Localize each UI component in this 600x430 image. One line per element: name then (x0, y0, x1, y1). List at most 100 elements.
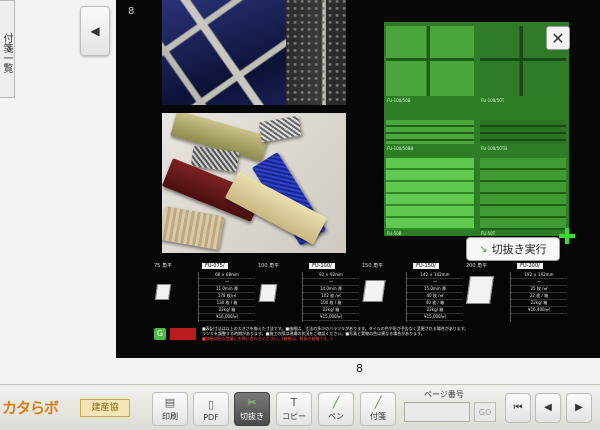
sticky-button[interactable]: ╱ 付箋 (360, 392, 396, 426)
copy-button[interactable]: T コピー (276, 392, 312, 426)
spec-line: 100 枚 / 箱 (303, 300, 359, 307)
spec-line: 22kg/ 箱 (407, 307, 463, 314)
pdf-label: PDF (203, 413, 219, 422)
spec-line: 一 (199, 279, 255, 286)
spec-line: 22kg/ 箱 (303, 307, 359, 314)
prev-page-button[interactable]: ◀ (535, 393, 561, 423)
spec-line: 178 枚/㎡ (199, 293, 255, 300)
print-label: 印刷 (162, 412, 178, 421)
sample-label: FU-100/50B (387, 98, 411, 103)
go-button[interactable]: GO (474, 402, 496, 422)
sample-label: FU-100/50T (481, 98, 505, 103)
triangle-left-icon: ◀ (90, 24, 100, 38)
scissors-icon: ✂ (247, 396, 257, 409)
tile-bars-photo (162, 113, 346, 253)
spec-line: ¥15,000/㎡ (303, 314, 359, 321)
spec-column: 100 角平 FU-100/ 92 × 92mm 一 14.0mm 厚 102 枚… (258, 262, 359, 322)
spec-line: 92 × 92mm (303, 272, 359, 279)
footnote-text: ■表記寸法は以上の大きさを揃えた寸法です。■価格は、寸法の多少のバラツキがありま… (202, 326, 582, 341)
bottom-toolbar: カタらボ 建産協 ▤ 印刷 ▯ PDF ✂ 切抜き T コピー ╱ ペン ╱ 付… (0, 384, 600, 430)
tile-chip-icon (466, 276, 494, 304)
spec-line: 130 枚 / 箱 (199, 300, 255, 307)
spec-line: 一 (407, 279, 463, 286)
spec-line: 11.0mm 厚 (199, 286, 255, 293)
text-copy-icon: T (290, 396, 298, 409)
spec-code: FU-150/ (413, 263, 439, 269)
spec-title: 150 角平 (362, 263, 384, 269)
spec-line: 68 × 68mm (199, 272, 255, 279)
spec-column: 150 角平 FU-150/ 142 × 142mm 一 15.0mm 厚 40 … (362, 262, 463, 322)
spec-line: 15.0mm 厚 (407, 286, 463, 293)
brand-logo: カタらボ (2, 399, 59, 417)
spec-line: 192 × 192mm (511, 272, 567, 279)
resize-handle-icon[interactable]: ✚ (558, 227, 576, 249)
next-page-button[interactable]: ▶ (566, 393, 592, 423)
page-number-bottom: 8 (356, 362, 363, 375)
spec-title: 100 角平 (258, 263, 280, 269)
execute-cut-button[interactable]: ↘ 切抜き実行 (466, 237, 560, 261)
footnote: G ■表記寸法は以上の大きさを揃えた寸法です。■価格は、寸法の多少のバラツキがあ… (154, 326, 584, 344)
cut-selection-area[interactable]: FU-100/50B FU-100/50T FU-100/50BB FU-100… (384, 22, 569, 236)
spec-line: 22kg/ 箱 (511, 300, 567, 307)
spec-line: ¥16,400/㎡ (511, 307, 567, 314)
first-page-button[interactable]: ⏮ (505, 393, 531, 423)
spec-column: 75 角平 FU-075/ 68 × 68mm 一 11.0mm 厚 178 枚/… (154, 262, 255, 322)
pen-button[interactable]: ╱ ペン (318, 392, 354, 426)
tile-window-photo (162, 0, 286, 105)
execute-cut-label: 切抜き実行 (491, 243, 547, 256)
spec-column: 200 角平 FU-200/ 192 × 192mm 一 25 枚 /㎡ 22 枚… (466, 262, 567, 322)
previous-page-button[interactable]: ◀ (80, 6, 110, 56)
pen-label: ペン (328, 412, 344, 421)
tile-wall-photo (286, 0, 346, 105)
sample-label: FU-100/50TB (481, 146, 507, 151)
spec-line: 142 × 142mm (407, 272, 463, 279)
spec-line: 22 枚 / 箱 (511, 293, 567, 300)
spec-code: FU-100/ (309, 263, 335, 269)
close-icon: ✕ (551, 28, 565, 48)
page-number-label: ページ番号 (424, 390, 464, 399)
spec-title: 200 角平 (466, 263, 488, 269)
tile-chip-icon (154, 284, 172, 300)
sample-label: FU-50T (481, 231, 496, 236)
page-number-input[interactable] (404, 402, 470, 422)
chevron-right-icon: ▶ (575, 402, 583, 413)
close-selection-button[interactable]: ✕ (546, 26, 570, 50)
pdf-button[interactable]: ▯ PDF (193, 392, 229, 426)
cut-label: 切抜き (240, 412, 264, 421)
spec-line: 一 (303, 279, 359, 286)
page-number-top: 8 (128, 6, 135, 17)
pen-icon: ╱ (332, 396, 340, 409)
copy-label: コピー (282, 412, 306, 421)
tile-chip-icon (258, 284, 278, 302)
sticky-note-icon: ╱ (374, 396, 382, 409)
spec-line: 102 枚 /㎡ (303, 293, 359, 300)
footnote-red-line: ■詳細は担当営業にお問い合わせください。(価格は、税抜き価格です。) (202, 336, 333, 341)
cut-button[interactable]: ✂ 切抜き (234, 392, 270, 426)
spec-line: ¥15,000/㎡ (407, 314, 463, 321)
print-button[interactable]: ▤ 印刷 (152, 392, 188, 426)
spec-line: ¥16,000/㎡ (199, 314, 255, 321)
tile-chip-icon (362, 280, 386, 302)
spec-line: 40 枚 /㎡ (407, 293, 463, 300)
printer-icon: ▤ (164, 396, 176, 409)
spec-line: 14.0mm 厚 (303, 286, 359, 293)
skip-first-icon: ⏮ (513, 402, 523, 413)
spec-line: 40 枚 / 箱 (407, 300, 463, 307)
chevron-left-icon: ◀ (544, 402, 552, 413)
spec-table: 75 角平 FU-075/ 68 × 68mm 一 11.0mm 厚 178 枚/… (154, 262, 574, 322)
spec-code: FU-200/ (517, 263, 543, 269)
sample-label: FU-50B (387, 231, 402, 236)
red-mark-icon (170, 328, 196, 340)
sticky-list-tab[interactable]: 付箋一覧 (0, 0, 15, 98)
spec-line: 22kg/ 箱 (199, 307, 255, 314)
spec-line: 25 枚 /㎡ (511, 286, 567, 293)
catalog-page: 8 FU-100/50B FU-100/50T FU-100/50BB FU-1… (116, 0, 600, 358)
sample-label: FU-100/50BB (387, 146, 414, 151)
pdf-icon: ▯ (207, 398, 215, 411)
sticky-label: 付箋 (370, 412, 386, 421)
spec-title: 75 角平 (154, 263, 172, 269)
brand-badge: 建産協 (80, 399, 130, 417)
spec-code: FU-075/ (201, 263, 228, 269)
spec-line: 一 (511, 279, 567, 286)
cut-cursor-icon: ↘ (479, 243, 488, 255)
